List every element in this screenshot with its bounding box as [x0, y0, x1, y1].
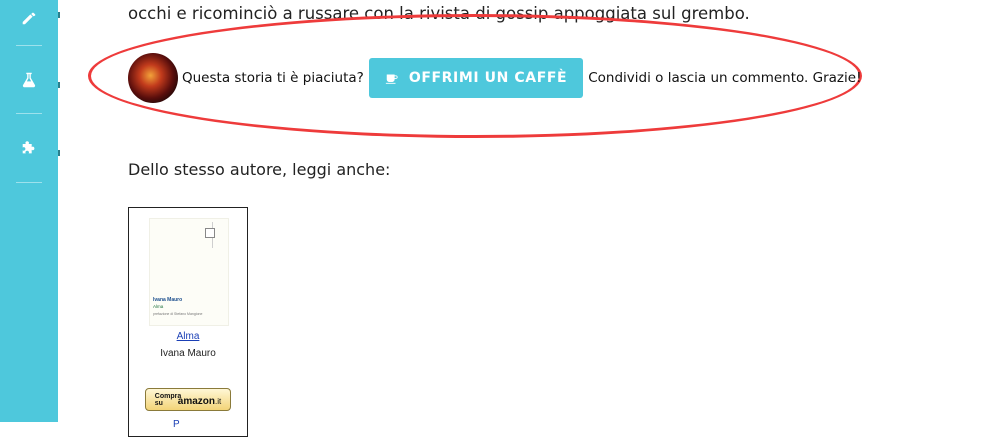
buy-coffee-button[interactable]: OFFRIMI UN CAFFÈ: [368, 58, 584, 98]
sidebar-item-lab[interactable]: [0, 56, 58, 104]
sidebar-edge-mark: [58, 82, 60, 88]
buy-on-amazon-button[interactable]: Compra su amazon.it: [145, 388, 231, 411]
pencil-icon: [22, 12, 36, 25]
sidebar-edge-mark: [58, 150, 60, 156]
sidebar: [0, 0, 58, 422]
truncated-link[interactable]: P: [173, 419, 180, 430]
cta-question: Questa storia ti è piaciuta?: [182, 70, 364, 86]
flask-icon: [22, 72, 36, 88]
cta-closing: Condividi o lascia un commento. Grazie!: [588, 70, 862, 86]
sidebar-divider: [16, 113, 42, 114]
amazon-brand: amazon: [177, 395, 215, 407]
sidebar-item-write[interactable]: [0, 0, 58, 42]
amazon-domain: .it: [215, 396, 222, 406]
book-card: Ivana Mauro Alma prefazione di Stefano M…: [128, 207, 248, 437]
cover-author: Ivana Mauro: [153, 297, 183, 303]
puzzle-icon: [22, 141, 35, 154]
coffee-cup-icon: [385, 74, 398, 84]
cover-subtitle: prefazione di Stefano Mangione: [153, 312, 203, 316]
sidebar-edge-mark: [58, 12, 60, 18]
related-heading: Dello stesso autore, leggi anche:: [128, 160, 391, 179]
amazon-buy-small-label: Compra su: [154, 392, 182, 407]
author-avatar: [128, 53, 178, 103]
sidebar-item-extras[interactable]: [0, 124, 58, 172]
cover-publisher-mark: [205, 222, 223, 248]
support-cta: Questa storia ti è piaciuta? OFFRIMI UN …: [128, 53, 861, 103]
cover-title: Alma: [153, 304, 164, 309]
sidebar-divider: [16, 182, 42, 183]
book-title-link[interactable]: Alma: [129, 331, 247, 342]
book-author: Ivana Mauro: [160, 348, 216, 359]
sidebar-divider: [16, 45, 42, 46]
book-cover-image[interactable]: Ivana Mauro Alma prefazione di Stefano M…: [149, 218, 229, 326]
buy-coffee-label: OFFRIMI UN CAFFÈ: [408, 70, 568, 86]
amazon-logo: amazon.it: [178, 391, 221, 409]
